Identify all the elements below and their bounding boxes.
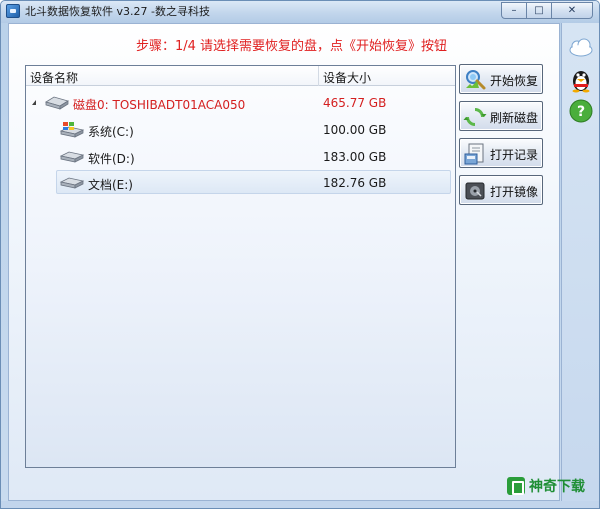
drive-icon bbox=[59, 151, 85, 163]
device-list-header: 设备名称 设备大小 bbox=[26, 66, 455, 86]
qq-penguin-icon[interactable] bbox=[567, 65, 595, 93]
device-name: 文档(E:) bbox=[88, 178, 133, 192]
window-title: 北斗数据恢复软件 v3.27 -数之寻科技 bbox=[25, 5, 210, 18]
app-icon bbox=[6, 4, 20, 18]
windows-drive-icon bbox=[59, 122, 85, 138]
title-bar[interactable]: 北斗数据恢复软件 v3.27 -数之寻科技 – □ ✕ bbox=[1, 1, 599, 23]
refresh-disk-label: 刷新磁盘 bbox=[490, 111, 539, 125]
restore-button[interactable]: □ bbox=[526, 2, 552, 19]
column-device-size[interactable]: 设备大小 bbox=[323, 69, 371, 86]
column-separator[interactable] bbox=[318, 66, 319, 86]
app-window: 北斗数据恢复软件 v3.27 -数之寻科技 – □ ✕ 步骤：1/4 请选择需要… bbox=[0, 0, 600, 509]
bottom-frame bbox=[1, 501, 599, 508]
close-button[interactable]: ✕ bbox=[551, 2, 593, 19]
svg-text:?: ? bbox=[577, 104, 585, 120]
device-size: 182.76 GB bbox=[323, 176, 387, 190]
device-name: 软件(D:) bbox=[88, 152, 135, 166]
device-row-partition-d[interactable]: 软件(D:) 183.00 GB bbox=[26, 145, 455, 169]
help-icon[interactable]: ? bbox=[567, 97, 595, 125]
start-recovery-button[interactable]: 开始恢复 bbox=[459, 64, 543, 94]
disk-image-icon bbox=[465, 182, 485, 200]
open-record-label: 打开记录 bbox=[490, 148, 539, 162]
device-row-partition-c[interactable]: 系统(C:) 100.00 GB bbox=[26, 118, 455, 142]
watermark-logo bbox=[507, 477, 525, 495]
cloud-icon[interactable] bbox=[567, 33, 595, 61]
device-size: 465.77 GB bbox=[323, 96, 387, 110]
start-recovery-label: 开始恢复 bbox=[490, 74, 539, 88]
column-device-name[interactable]: 设备名称 bbox=[30, 69, 78, 86]
device-size: 183.00 GB bbox=[323, 150, 387, 164]
open-image-button[interactable]: 打开镜像 bbox=[459, 175, 543, 205]
minimize-button[interactable]: – bbox=[501, 2, 527, 19]
refresh-icon bbox=[463, 108, 487, 126]
device-name: 磁盘0: TOSHIBADT01ACA050 bbox=[73, 98, 246, 112]
device-name: 系统(C:) bbox=[88, 125, 134, 139]
hard-disk-icon bbox=[45, 96, 69, 110]
device-size: 100.00 GB bbox=[323, 123, 387, 137]
search-recover-icon bbox=[466, 70, 486, 90]
device-row-partition-e[interactable]: 文档(E:) 182.76 GB bbox=[56, 170, 451, 194]
window-controls: – □ ✕ bbox=[501, 2, 593, 19]
device-list[interactable]: 设备名称 设备大小 磁盘0: TOSHIBADT01ACA050 465.77 … bbox=[25, 65, 456, 468]
device-row-disk0[interactable]: 磁盘0: TOSHIBADT01ACA050 465.77 GB bbox=[26, 91, 455, 115]
step-instruction: 步骤：1/4 请选择需要恢复的盘，点《开始恢复》按钮 bbox=[136, 39, 448, 54]
open-image-label: 打开镜像 bbox=[490, 185, 539, 199]
right-toolbar: ? bbox=[561, 23, 599, 501]
watermark: 神奇下载 bbox=[507, 476, 585, 496]
tree-collapse-icon[interactable] bbox=[32, 100, 36, 105]
drive-icon bbox=[59, 177, 85, 189]
watermark-text: 神奇下载 bbox=[529, 479, 585, 495]
open-record-button[interactable]: 打开记录 bbox=[459, 138, 543, 168]
refresh-disk-button[interactable]: 刷新磁盘 bbox=[459, 101, 543, 131]
main-panel: 步骤：1/4 请选择需要恢复的盘，点《开始恢复》按钮 设备名称 设备大小 磁盘0… bbox=[8, 23, 560, 501]
record-file-icon bbox=[464, 143, 484, 165]
